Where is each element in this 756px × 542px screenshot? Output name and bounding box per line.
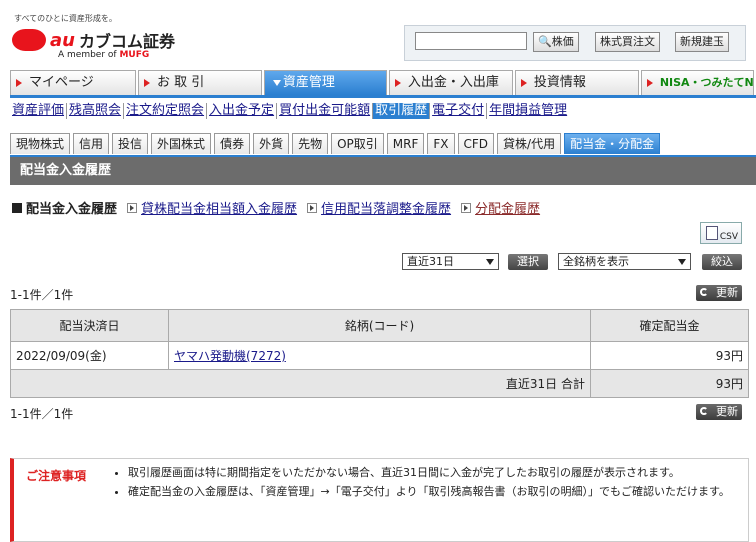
result-count-bottom: 1-1件／1件	[10, 407, 74, 421]
ptab-dividends[interactable]: 配当金・分配金	[564, 133, 661, 154]
link-dividend-history: 配当金入金履歴	[12, 198, 117, 217]
tab-investment-info[interactable]: 投資情報	[514, 70, 639, 95]
filter-button[interactable]: 絞込	[702, 254, 742, 270]
history-links: 配当金入金履歴 貸株配当金相当額入金履歴 信用配当落調整金履歴 分配金履歴	[12, 198, 550, 217]
subnav-e-delivery[interactable]: 電子交付	[430, 103, 488, 119]
header-tools: 🔍株価 株式買注文 新規建玉	[404, 25, 746, 61]
tab-mypage[interactable]: マイページ	[10, 70, 136, 95]
arrow-box-icon	[127, 202, 138, 213]
member-of: A member of MUFG	[58, 50, 150, 60]
main-navigation: マイページ お 取 引 資産管理 入出金・入出庫 投資情報 NISA・つみたてN…	[10, 70, 756, 98]
table-header-row: 配当決済日 銘柄(コード) 確定配当金	[10, 309, 749, 342]
tab-deposit-withdrawal[interactable]: 入出金・入出庫	[388, 70, 513, 95]
ptab-cfd[interactable]: CFD	[457, 133, 495, 154]
ptab-forex-deposit[interactable]: 外貨	[253, 133, 290, 154]
notice-heading: ご注意事項	[26, 469, 87, 483]
tab-nisa[interactable]: NISA・つみたてNISA	[640, 70, 754, 95]
table-row: 2022/09/09(金) ヤマハ発動機(7272) 93円	[10, 341, 749, 370]
cell-date: 2022/09/09(金)	[10, 341, 169, 370]
page-title: 配当金入金履歴	[10, 157, 756, 185]
chevron-down-icon	[678, 259, 686, 265]
search-icon: 🔍	[538, 35, 552, 48]
link-margin-adjustment[interactable]: 信用配当落調整金履歴	[307, 198, 451, 217]
bullet-icon	[12, 202, 22, 213]
subnav-asset-valuation[interactable]: 資産評価	[10, 103, 68, 119]
ptab-options[interactable]: OP取引	[331, 133, 384, 154]
total-row: 直近31日 合計 93円	[10, 369, 749, 398]
arrow-down-icon	[272, 80, 281, 86]
tagline: すべてのひとに資産形成を。	[14, 14, 117, 23]
arrow-box-icon	[307, 202, 318, 213]
subnav-buying-power[interactable]: 買付出金可能額	[277, 103, 374, 119]
link-lending-dividend[interactable]: 貸株配当金相当額入金履歴	[127, 198, 297, 217]
cell-amount: 93円	[590, 341, 749, 370]
ptab-foreign-stock[interactable]: 外国株式	[151, 133, 212, 154]
tab-asset-management[interactable]: 資産管理	[263, 70, 387, 95]
mufg-label: MUFG	[119, 50, 150, 60]
logo-name: カブコム証券	[78, 32, 175, 51]
notice-list: 取引履歴画面は特に期間指定をいただかない場合、直近31日間に入金が完了したお取引…	[114, 465, 753, 503]
subnav-trade-history[interactable]: 取引履歴	[373, 103, 431, 119]
stock-order-button[interactable]: 株式買注文	[595, 32, 660, 52]
ptab-mrf[interactable]: MRF	[386, 133, 425, 154]
ptab-fund[interactable]: 投信	[112, 133, 149, 154]
logo-mark-icon	[12, 29, 46, 51]
brand-logo[interactable]: au カブコム証券	[12, 28, 175, 52]
stock-search-input[interactable]	[415, 32, 527, 50]
total-label: 直近31日 合計	[10, 369, 591, 398]
ptab-futures[interactable]: 先物	[292, 133, 329, 154]
col-header-amount: 確定配当金	[590, 309, 749, 342]
ptab-margin[interactable]: 信用	[73, 133, 110, 154]
sub-navigation: 資産評価 残高照会 注文約定照会 入出金予定 買付出金可能額 取引履歴 電子交付…	[10, 100, 756, 122]
refresh-button-top[interactable]: 更新	[696, 285, 742, 301]
ptab-cash-stock[interactable]: 現物株式	[10, 133, 71, 154]
result-count-top: 1-1件／1件	[10, 288, 74, 302]
subnav-balance[interactable]: 残高照会	[67, 103, 125, 119]
refresh-icon	[700, 288, 708, 296]
chevron-down-icon	[486, 259, 494, 265]
csv-file-icon	[706, 226, 718, 240]
notice-item: 確定配当金の入金履歴は、「資産管理」→「電子交付」より「取引残高報告書（お取引の…	[128, 484, 753, 499]
subnav-annual-pl[interactable]: 年間損益管理	[487, 103, 569, 119]
notice-item: 取引履歴画面は特に期間指定をいただかない場合、直近31日間に入金が完了したお取引…	[128, 465, 753, 480]
arrow-right-icon	[646, 79, 653, 87]
subnav-deposit-schedule[interactable]: 入出金予定	[207, 103, 278, 119]
product-tabs: 現物株式 信用 投信 外国株式 債券 外貨 先物 OP取引 MRF FX CFD…	[10, 133, 756, 157]
select-button[interactable]: 選択	[508, 254, 548, 270]
csv-download-button[interactable]: CSV	[700, 222, 742, 244]
tab-trade[interactable]: お 取 引	[137, 70, 262, 95]
refresh-button-bottom[interactable]: 更新	[696, 404, 742, 420]
notice-box: ご注意事項 取引履歴画面は特に期間指定をいただかない場合、直近31日間に入金が完…	[10, 458, 749, 542]
col-header-issue: 銘柄(コード)	[168, 309, 591, 342]
link-distribution-history[interactable]: 分配金履歴	[461, 198, 540, 217]
ptab-fx[interactable]: FX	[427, 133, 455, 154]
arrow-right-icon	[16, 79, 22, 87]
issue-link[interactable]: ヤマハ発動機(7272)	[174, 349, 286, 363]
col-header-date: 配当決済日	[10, 309, 169, 342]
period-select[interactable]: 直近31日	[402, 253, 499, 270]
dividend-table: 配当決済日 銘柄(コード) 確定配当金 2022/09/09(金) ヤマハ発動機…	[10, 309, 749, 398]
arrow-right-icon	[520, 79, 527, 87]
arrow-right-icon	[143, 79, 150, 87]
arrow-box-icon	[461, 202, 472, 213]
logo-au: au	[50, 29, 75, 51]
ptab-lending[interactable]: 貸株/代用	[497, 133, 562, 154]
new-position-button[interactable]: 新規建玉	[675, 32, 729, 52]
cell-issue: ヤマハ発動機(7272)	[168, 341, 591, 370]
brand-filter-select[interactable]: 全銘柄を表示	[558, 253, 691, 270]
arrow-right-icon	[394, 79, 401, 87]
ptab-bond[interactable]: 債券	[214, 133, 251, 154]
subnav-order-execution[interactable]: 注文約定照会	[124, 103, 208, 119]
stock-price-button[interactable]: 🔍株価	[533, 32, 579, 52]
site-header: すべてのひとに資産形成を。 au カブコム証券 A member of MUFG…	[0, 0, 756, 66]
total-amount: 93円	[590, 369, 749, 398]
refresh-icon	[700, 407, 708, 415]
